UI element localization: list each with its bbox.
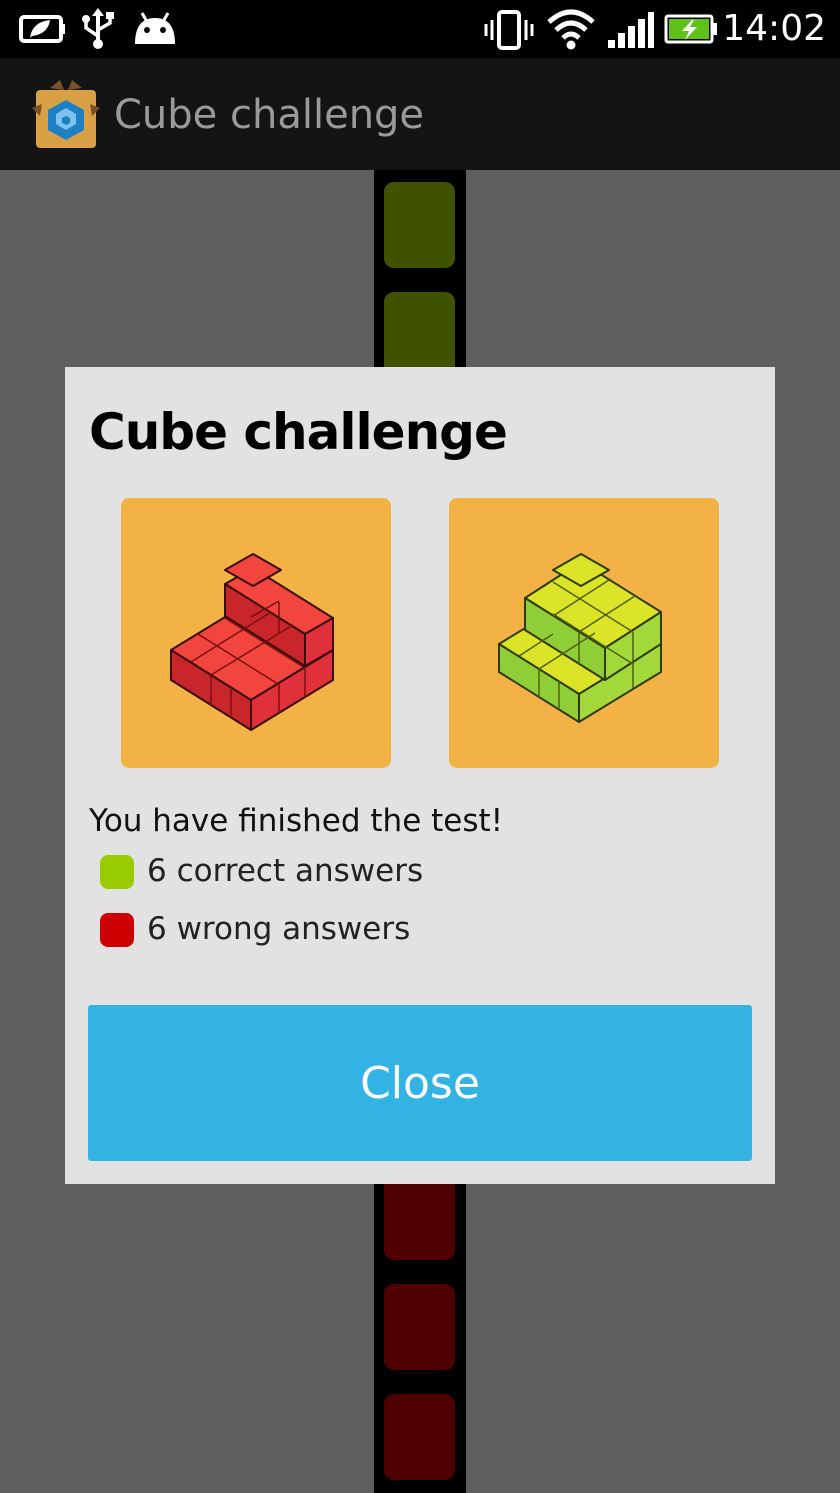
status-bar: 14:02 xyxy=(0,0,840,58)
answer-cell-correct xyxy=(384,292,455,378)
app-title: Cube challenge xyxy=(114,92,425,138)
close-button[interactable]: Close xyxy=(88,1005,752,1161)
signal-icon xyxy=(606,12,654,53)
correct-indicator xyxy=(100,855,134,889)
correct-count-label: 6 correct answers xyxy=(147,853,424,889)
answer-cell-wrong xyxy=(384,1174,455,1260)
wifi-icon xyxy=(546,8,596,55)
battery-charging-icon xyxy=(664,14,718,49)
red-cube-figure xyxy=(121,498,391,768)
result-dialog: Cube challenge You have finished the tes… xyxy=(65,367,775,1184)
answer-cell-correct xyxy=(384,182,455,268)
status-time: 14:02 xyxy=(722,8,826,49)
app-cube-icon[interactable] xyxy=(30,78,102,155)
wrong-count-label: 6 wrong answers xyxy=(147,911,411,947)
dialog-title: Cube challenge xyxy=(89,403,508,461)
wrong-indicator xyxy=(100,913,134,947)
finish-message: You have finished the test! xyxy=(89,803,504,839)
usb-icon xyxy=(80,8,116,55)
battery-saver-icon xyxy=(18,12,66,49)
green-cube-figure xyxy=(449,498,719,768)
android-debug-icon xyxy=(132,12,178,51)
answer-cell-wrong xyxy=(384,1394,455,1480)
answer-cell-wrong xyxy=(384,1284,455,1370)
vibrate-icon xyxy=(484,10,534,55)
